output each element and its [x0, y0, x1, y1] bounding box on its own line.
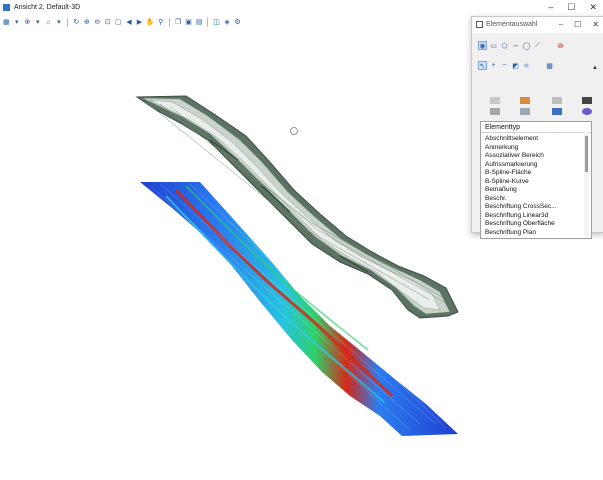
window-area-icon[interactable]: ▢	[114, 18, 123, 27]
selection-filter-icon[interactable]: ▦	[545, 61, 554, 70]
list-item[interactable]: Aufrissmarkierung	[485, 161, 557, 170]
panel-minimize-button[interactable]: –	[559, 20, 563, 29]
collapse-arrow-icon[interactable]: ▲	[592, 65, 598, 71]
list-item[interactable]: Bemaßung	[485, 186, 557, 195]
display-style-icon[interactable]: ◈	[223, 18, 232, 27]
panel-maximize-button[interactable]: ☐	[574, 20, 581, 29]
dropdown-icon[interactable]: ▾	[34, 18, 43, 27]
tab-level-icon[interactable]	[490, 97, 500, 104]
window-title: Ansicht 2, Default-3D	[14, 4, 81, 11]
panel-title-bar: Elementauswahl – ☐ ✕	[472, 17, 603, 33]
window-controls: – ☐ ✕	[548, 3, 597, 12]
shape-select-icon[interactable]: ⬠	[500, 41, 509, 50]
clip-volume-icon[interactable]: ▣	[184, 18, 193, 27]
tab-material-icon[interactable]	[582, 108, 592, 115]
element-selection-panel: Elementauswahl – ☐ ✕ ◉ ▭ ⬠ ∽ ◯ ⟋ ⊘ ↖ + −…	[471, 16, 603, 239]
fence-select-icon[interactable]: ⟋	[533, 41, 542, 50]
list-header-label: Elementtyp	[485, 124, 521, 131]
dropdown-icon[interactable]: ▾	[55, 18, 64, 27]
cursor-ring	[290, 127, 298, 135]
camera-icon[interactable]: ◫	[212, 18, 221, 27]
tab-type-icon[interactable]	[520, 108, 530, 115]
select-all-icon[interactable]: ⚛	[522, 61, 531, 70]
view-group-icon[interactable]: ⊕	[23, 18, 32, 27]
list-header: Elementtyp	[481, 122, 591, 133]
list-items: Abschnittselement Anmerkung Assoziativer…	[485, 135, 557, 237]
list-item[interactable]: Beschriftung CrossSec...	[485, 203, 557, 212]
selection-mode-row: ↖ + − ◩ ⚛ ▦	[478, 61, 554, 70]
panel-controls: – ☐ ✕	[559, 20, 599, 29]
element-type-list[interactable]: Elementtyp Abschnittselement Anmerkung A…	[480, 121, 592, 239]
view-next-icon[interactable]: ▶	[135, 18, 144, 27]
copy-view-icon[interactable]: ❐	[174, 18, 183, 27]
line-select-icon[interactable]: ∽	[511, 41, 520, 50]
list-item[interactable]: Beschriftung Linear3d	[485, 212, 557, 221]
tab-color-icon[interactable]	[520, 97, 530, 104]
subtract-icon[interactable]: −	[500, 61, 509, 70]
walk-icon[interactable]: ⚲	[156, 18, 165, 27]
view-toolbar: ▦ ▾ ⊕ ▾ ☼ ▾ ↻ ⊕ ⊖ ⊡ ▢ ◀ ▶ ✋ ⚲ ❐ ▣ ▤ ◫ ◈ …	[0, 16, 242, 28]
circle-select-icon[interactable]: ◯	[522, 41, 531, 50]
pointer-icon[interactable]: ↖	[478, 61, 487, 70]
fit-view-icon[interactable]: ⊡	[104, 18, 113, 27]
title-bar: Ansicht 2, Default-3D – ☐ ✕	[0, 0, 603, 16]
list-item[interactable]: Beschr.	[485, 195, 557, 204]
dropdown-icon[interactable]: ▾	[13, 18, 22, 27]
list-item[interactable]: B-Spline-Kurve	[485, 178, 557, 187]
pan-icon[interactable]: ✋	[146, 18, 155, 27]
zoom-out-icon[interactable]: ⊖	[93, 18, 102, 27]
list-item[interactable]: Beschriftung Oberfläche	[485, 220, 557, 229]
rotate-icon[interactable]: ↻	[72, 18, 81, 27]
view-previous-icon[interactable]: ◀	[125, 18, 134, 27]
list-item[interactable]: Abschnittselement	[485, 135, 557, 144]
tab-class-icon[interactable]	[490, 108, 500, 115]
individual-select-icon[interactable]: ◉	[478, 41, 487, 50]
list-item[interactable]: Anmerkung	[485, 144, 557, 153]
add-icon[interactable]: +	[489, 61, 498, 70]
clear-selection-icon[interactable]: ⊘	[556, 41, 565, 50]
filter-tabs	[476, 95, 600, 117]
toolbar-separator	[67, 17, 69, 27]
list-scrollbar[interactable]	[584, 132, 589, 236]
list-item[interactable]: Assoziativer Bereich	[485, 152, 557, 161]
toolbar-separator	[207, 17, 209, 27]
scrollbar-thumb[interactable]	[585, 136, 588, 172]
panel-icon	[476, 21, 483, 28]
tab-weight-icon[interactable]	[582, 97, 592, 104]
panel-close-button[interactable]: ✕	[592, 20, 599, 29]
toolbar-separator	[168, 17, 170, 27]
list-item[interactable]: Beschriftung Plan	[485, 229, 557, 238]
view-icon[interactable]: ▦	[2, 18, 11, 27]
panel-title: Elementauswahl	[486, 21, 538, 28]
invert-icon[interactable]: ◩	[511, 61, 520, 70]
clip-mask-icon[interactable]: ▤	[195, 18, 204, 27]
app-icon	[3, 4, 10, 11]
block-select-icon[interactable]: ▭	[489, 41, 498, 50]
zoom-in-icon[interactable]: ⊕	[83, 18, 92, 27]
view-settings-icon[interactable]: ⚙	[233, 18, 242, 27]
selection-method-row: ◉ ▭ ⬠ ∽ ◯ ⟋ ⊘	[478, 41, 565, 50]
minimize-button[interactable]: –	[548, 3, 553, 12]
tab-style-icon[interactable]	[552, 97, 562, 104]
maximize-button[interactable]: ☐	[567, 3, 575, 12]
view-attributes-icon[interactable]: ☼	[44, 18, 53, 27]
list-item[interactable]: B-Spline-Fläche	[485, 169, 557, 178]
close-button[interactable]: ✕	[589, 3, 597, 12]
tab-template-icon[interactable]	[552, 108, 562, 115]
